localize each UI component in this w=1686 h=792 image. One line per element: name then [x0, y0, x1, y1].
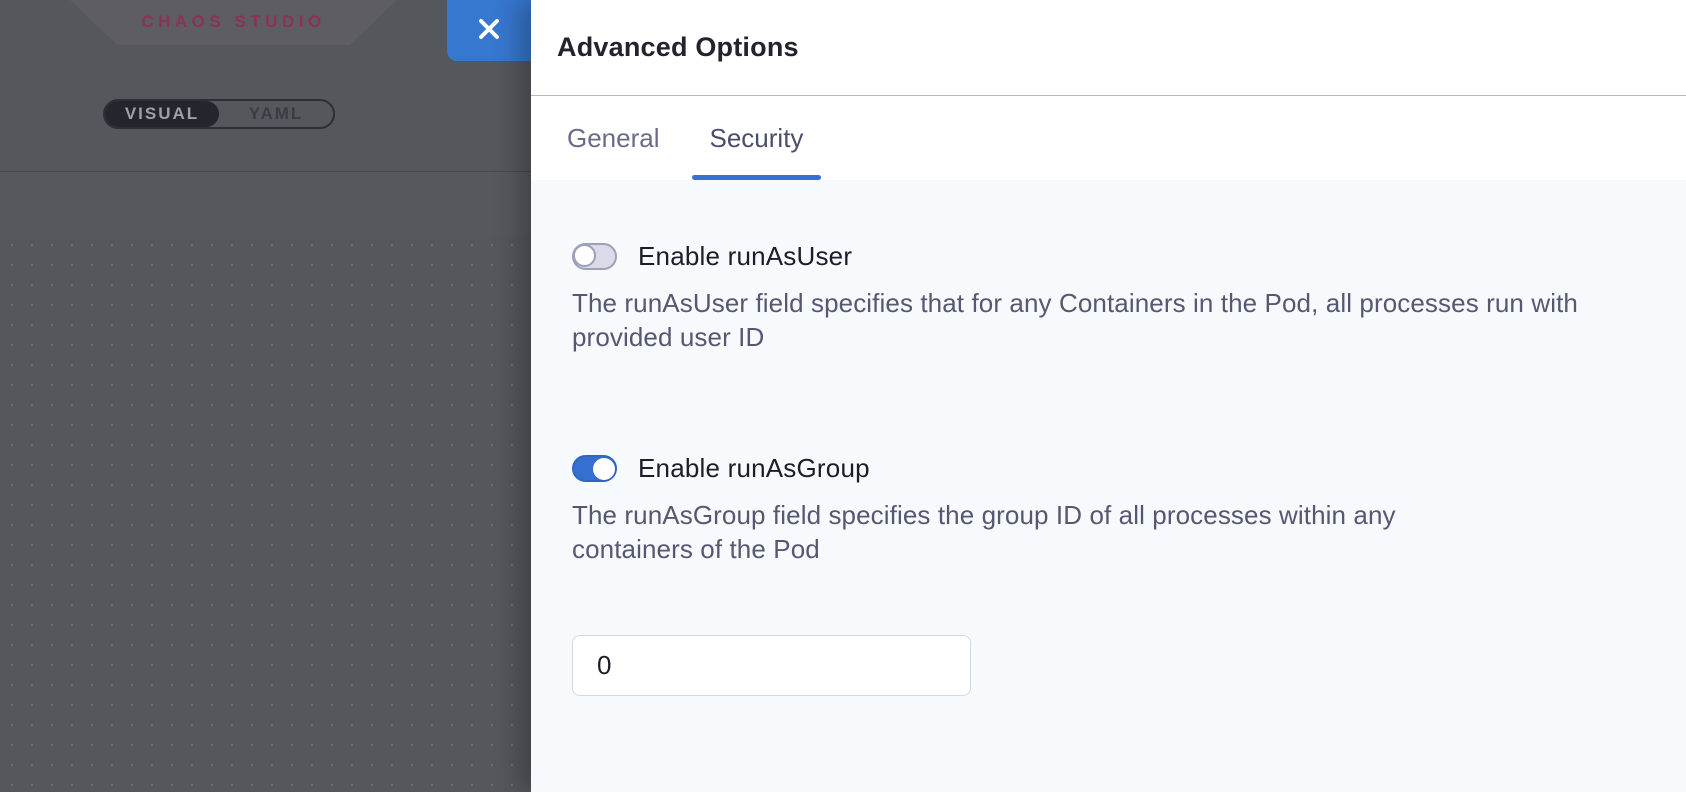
visual-tab[interactable]: VISUAL — [105, 101, 219, 127]
visual-yaml-toggle[interactable]: VISUAL YAML — [103, 99, 335, 129]
screen: CHAOS STUDIO VISUAL YAML Advanced Option… — [0, 0, 1686, 792]
enable-run-as-user-label: Enable runAsUser — [638, 241, 852, 272]
advanced-options-drawer: Advanced Options General Security Enable… — [531, 0, 1686, 792]
chaos-studio-brand-label: CHAOS STUDIO — [141, 12, 325, 34]
chaos-studio-canvas-overlay: CHAOS STUDIO VISUAL YAML — [0, 0, 531, 792]
close-icon — [476, 16, 502, 45]
enable-run-as-group-label: Enable runAsGroup — [638, 453, 870, 484]
run-as-user-description: The runAsUser field specifies that for a… — [572, 286, 1632, 354]
chaos-studio-header: CHAOS STUDIO — [70, 0, 397, 45]
run-as-group-row: Enable runAsGroup — [572, 453, 1686, 484]
yaml-tab[interactable]: YAML — [219, 101, 333, 127]
tab-security[interactable]: Security — [692, 96, 822, 180]
toggle-knob — [593, 458, 615, 480]
tab-security-label: Security — [710, 123, 804, 154]
drawer-header: Advanced Options — [531, 0, 1686, 96]
toggle-knob — [573, 244, 596, 267]
studio-toolbar — [0, 171, 531, 235]
run-as-user-row: Enable runAsUser — [572, 241, 1686, 272]
security-tab-panel: Enable runAsUser The runAsUser field spe… — [531, 180, 1686, 792]
run-as-group-description: The runAsGroup field specifies the group… — [572, 498, 1522, 566]
run-as-group-value-input[interactable] — [572, 635, 971, 696]
dot-grid-canvas — [0, 235, 531, 792]
close-drawer-button[interactable] — [447, 0, 531, 61]
tab-general[interactable]: General — [549, 96, 678, 180]
enable-run-as-user-toggle[interactable] — [572, 243, 617, 270]
tab-general-label: General — [567, 123, 660, 154]
enable-run-as-group-toggle[interactable] — [572, 455, 617, 482]
drawer-title: Advanced Options — [557, 32, 799, 63]
active-tab-underline — [692, 175, 822, 180]
drawer-tabbar: General Security — [531, 96, 1686, 180]
